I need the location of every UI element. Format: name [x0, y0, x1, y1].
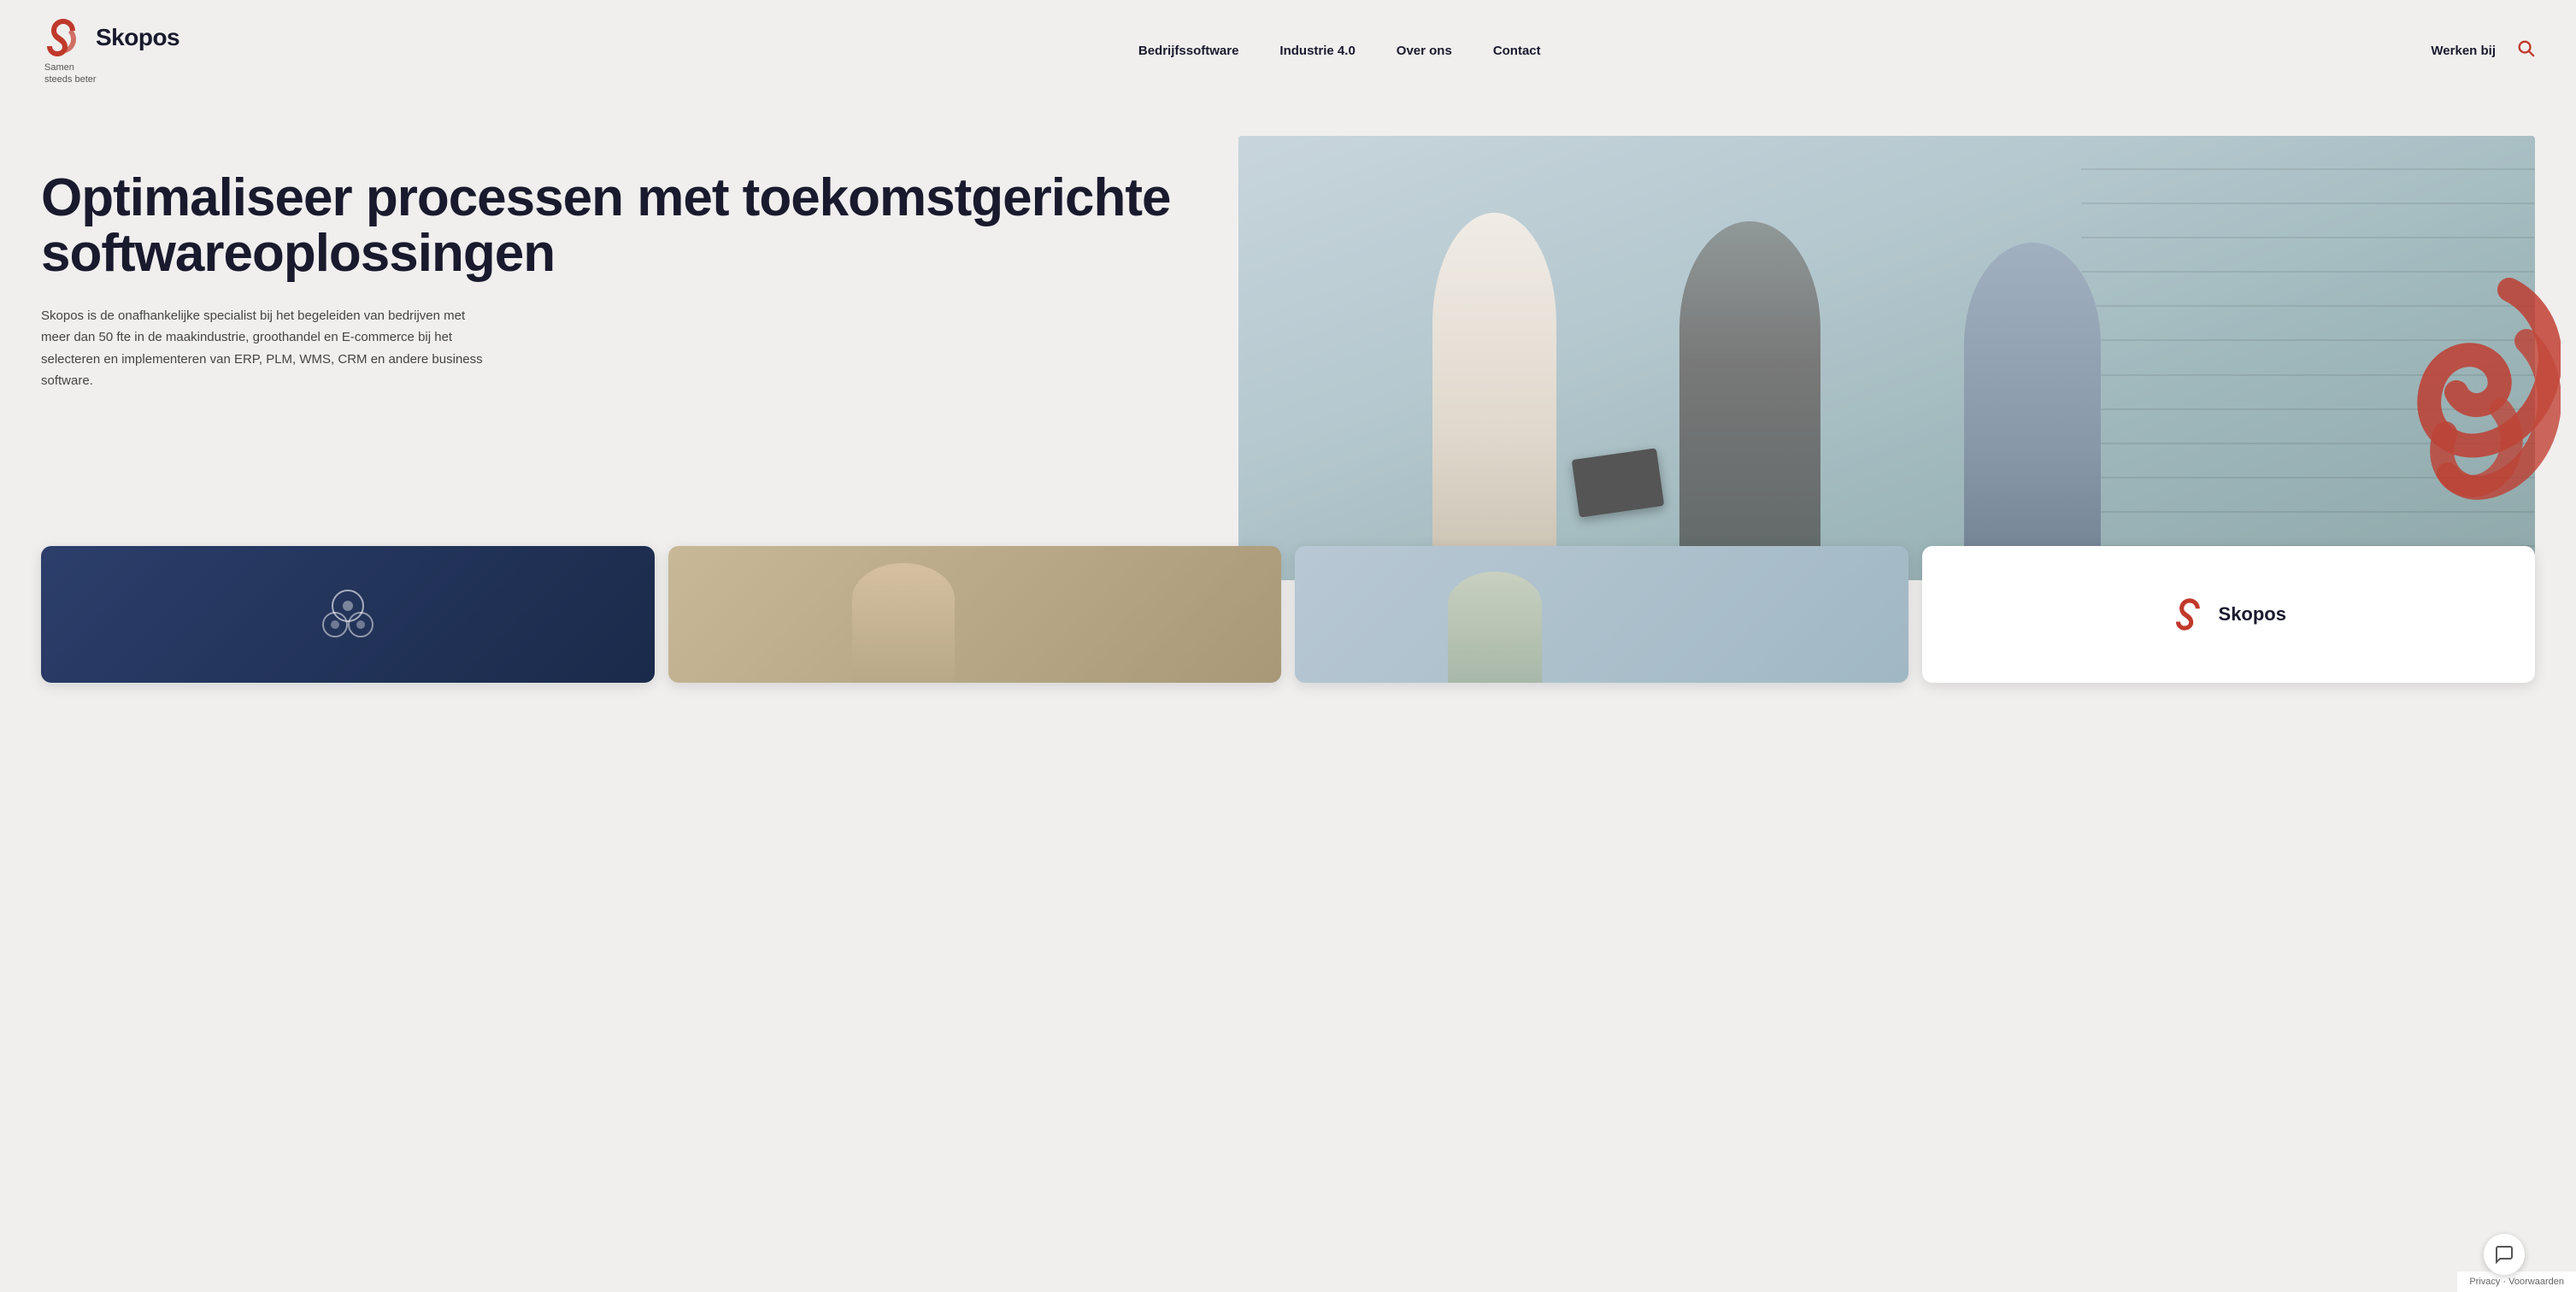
blind-line [2081, 237, 2535, 238]
logo-tagline: Samen steeds beter [44, 62, 97, 86]
search-icon [2516, 38, 2535, 57]
card-skopos-logo: Skopos [1922, 546, 2536, 683]
blind-line [2081, 477, 2535, 479]
hero-left: Optimaliseer processen met toekomstgeric… [41, 136, 1238, 392]
window-blinds [2081, 136, 2535, 580]
person-2 [1679, 221, 1820, 580]
blind-line [2081, 339, 2535, 341]
card-meeting [668, 546, 1282, 683]
nav-contact[interactable]: Contact [1493, 44, 1541, 58]
blind-line [2081, 374, 2535, 376]
hero-section: Optimaliseer processen met toekomstgeric… [0, 102, 2576, 614]
logo-area: Skopos Samen steeds beter [41, 15, 179, 86]
hero-description: Skopos is de onafhankelijke specialist b… [41, 305, 485, 392]
meeting-person-shape [852, 563, 955, 683]
person-1 [1432, 213, 1556, 580]
chat-button[interactable] [2484, 1234, 2525, 1275]
blind-line [2081, 271, 2535, 273]
privacy-bar: Privacy · Voorwaarden [2457, 1271, 2576, 1292]
blind-line [2081, 305, 2535, 307]
card-office [1295, 546, 1908, 683]
person-3 [1964, 243, 2101, 580]
office-person [1448, 572, 1542, 683]
skopos-card-logo-icon [2171, 596, 2208, 633]
hero-image-area [1238, 136, 2535, 580]
blind-line [2081, 203, 2535, 204]
header-right: Werken bij [2431, 38, 2535, 62]
cards-row: Skopos [0, 546, 2576, 683]
hero-title: Optimaliseer processen met toekomstgeric… [41, 170, 1204, 281]
skopos-card-logo-text: Skopos [2219, 603, 2286, 625]
circles-diagram-icon [314, 580, 382, 649]
blind-line [2081, 511, 2535, 513]
header: Skopos Samen steeds beter Bedrijfssoftwa… [0, 0, 2576, 102]
hero-photo [1238, 136, 2535, 580]
werken-bij-link[interactable]: Werken bij [2431, 44, 2496, 58]
card-presentation [41, 546, 655, 683]
nav-industrie[interactable]: Industrie 4.0 [1279, 44, 1355, 58]
blind-line [2081, 443, 2535, 444]
chat-icon [2494, 1244, 2514, 1265]
privacy-text: Privacy · Voorwaarden [2469, 1277, 2564, 1287]
nav-over-ons[interactable]: Over ons [1397, 44, 1452, 58]
logo-name: Skopos [96, 24, 179, 51]
laptop-prop [1572, 448, 1664, 517]
blind-line [2081, 168, 2535, 170]
office-bg [1295, 546, 1908, 683]
main-nav: Bedrijfssoftware Industrie 4.0 Over ons … [248, 44, 2431, 58]
search-button[interactable] [2516, 38, 2535, 62]
blind-line [2081, 408, 2535, 410]
nav-bedrijfssoftware[interactable]: Bedrijfssoftware [1138, 44, 1239, 58]
skopos-logo-icon [41, 15, 85, 60]
